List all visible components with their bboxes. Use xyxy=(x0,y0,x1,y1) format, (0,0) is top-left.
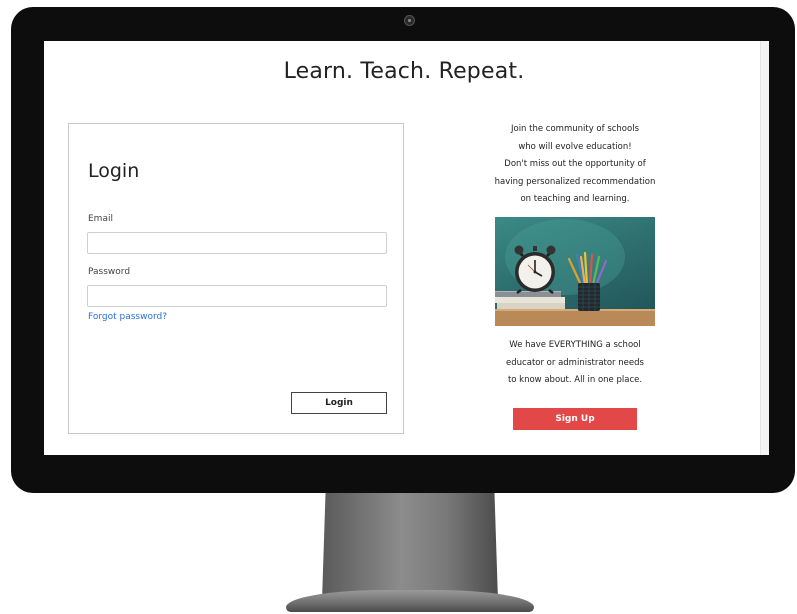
email-field[interactable] xyxy=(87,232,387,254)
password-field[interactable] xyxy=(87,285,387,307)
login-button[interactable]: Login xyxy=(291,392,387,414)
promo-pitch-line: We have EVERYTHING a school xyxy=(509,340,641,350)
monitor-stand-neck xyxy=(322,493,498,601)
sign-up-button[interactable]: Sign Up xyxy=(513,408,637,430)
promo-intro-text: Join the community of schools who will e… xyxy=(475,121,675,209)
login-title: Login xyxy=(88,160,140,182)
monitor-mockup: Learn. Teach. Repeat. Login Email Passwo… xyxy=(0,0,797,614)
promo-intro-line: Don't miss out the opportunity of xyxy=(504,159,646,169)
promo-pitch-text: We have EVERYTHING a school educator or … xyxy=(475,337,675,390)
monitor-screen: Learn. Teach. Repeat. Login Email Passwo… xyxy=(44,41,769,455)
webcam-icon xyxy=(404,15,415,26)
email-label: Email xyxy=(88,214,113,224)
forgot-password-link[interactable]: Forgot password? xyxy=(88,312,167,322)
promo-intro-line: Join the community of schools xyxy=(510,124,640,134)
promo-intro-line: who will evolve education! xyxy=(518,141,632,152)
promo-intro-line: on teaching and learning. xyxy=(520,194,630,204)
page-scrollbar[interactable] xyxy=(760,41,769,455)
promo-pitch-line: to know about. All in one place. xyxy=(507,375,643,385)
login-card: Login Email Password Forgot password? Lo… xyxy=(68,123,404,434)
monitor-stand-base xyxy=(286,590,534,612)
alarm-clock-and-pencils-photo xyxy=(495,217,655,326)
promo-photo-illustration xyxy=(495,219,655,326)
promo-pitch-line: educator or administrator needs xyxy=(506,357,644,368)
password-label: Password xyxy=(88,267,131,277)
page-headline: Learn. Teach. Repeat. xyxy=(283,59,525,84)
promo-intro-line: having personalized recommendation xyxy=(494,176,656,187)
